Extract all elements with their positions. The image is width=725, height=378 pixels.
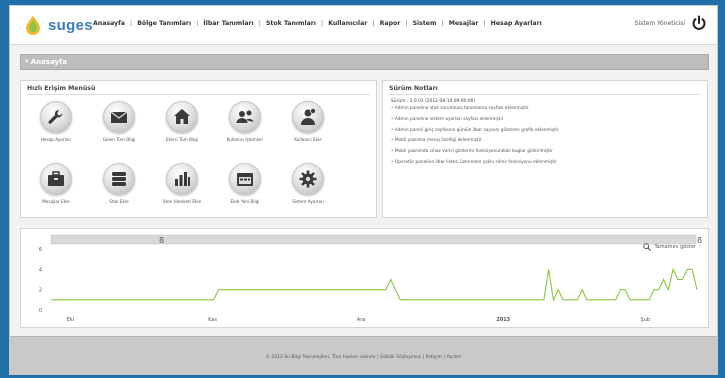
release-note-item: Operatör paneline ilbar listesi üzerinde…: [391, 160, 701, 165]
tile-label: Kullanıcı Ekle: [294, 137, 322, 142]
magnifier-icon: [643, 243, 652, 251]
nav-item-users[interactable]: Kullanıcılar: [323, 20, 372, 27]
brand-name: suges: [48, 16, 93, 34]
users-icon: [236, 110, 254, 123]
divider: [27, 94, 370, 95]
tile-label: Mesajlar Ekle: [42, 199, 70, 204]
user-add-icon: [301, 108, 316, 125]
show-all-label: Tamamını göster: [654, 244, 696, 250]
tile-add-stock-movement[interactable]: Stok Hareketi Ekle: [154, 163, 210, 204]
nav-item-regions[interactable]: Bölge Tanımları: [132, 20, 196, 27]
user-box: Sistem Yöneticisi: [635, 15, 707, 31]
tile-label: Ekle Yeni Bilgi: [230, 199, 260, 204]
top-navbar: suges Anasayfa | Bölge Tanımları | İlbar T…: [10, 6, 717, 45]
release-note-item: Mobil yazılımda cihaz verisi gösterim fo…: [391, 149, 701, 154]
tile-attachments[interactable]: Ekleri Tüm Bilgi: [154, 101, 210, 142]
x-tick-label: 2013: [496, 317, 510, 323]
tile-label: Hesap Ayarları: [40, 137, 72, 142]
y-tick-label: 0: [39, 308, 42, 314]
nav-item-stock[interactable]: Stok Tanımları: [261, 20, 321, 27]
calendar-icon: [237, 173, 253, 186]
tile-label: Stok Ekle: [109, 199, 129, 204]
x-tick-label: Eki: [67, 317, 74, 323]
show-all-button[interactable]: Tamamını göster: [643, 243, 696, 251]
mail-icon: [110, 111, 128, 123]
wrench-icon: [48, 109, 63, 124]
tile-label: Stok Hareketi Ekle: [162, 199, 202, 204]
breadcrumb-star-icon: *: [25, 58, 29, 66]
home-icon: [174, 109, 190, 124]
quick-access-title: Hızlı Erişim Menüsü: [27, 85, 96, 92]
footer: © 2012 Su Bilgi Teknolojileri. Tüm hakla…: [10, 336, 717, 374]
x-tick-label: Şub: [641, 317, 651, 323]
tile-label: Kullanıcı İşlemleri: [226, 137, 264, 142]
tile-user-operations[interactable]: Kullanıcı İşlemleri: [217, 101, 273, 142]
tile-account-settings[interactable]: Hesap Ayarları: [28, 101, 84, 142]
user-label[interactable]: Sistem Yöneticisi: [635, 20, 685, 27]
quick-access-panel: Hızlı Erişim Menüsü Hesap Ayarları Gelen…: [20, 80, 377, 218]
brand-logo[interactable]: suges: [22, 14, 93, 36]
app-window: suges Anasayfa | Bölge Tanımları | İlbar T…: [9, 5, 718, 375]
range-end-label: 8: [697, 236, 702, 245]
release-note-item: Admin paneline stok sorumlusu tanımlama …: [391, 106, 701, 111]
release-note-item: Admin paneline sistem ayarları sayfası e…: [391, 117, 701, 122]
database-icon: [112, 172, 126, 186]
nav-item-report[interactable]: Rapor: [375, 20, 406, 27]
tile-label: Gelen Tüm Bilgi: [102, 137, 136, 142]
tile-add-message[interactable]: Mesajlar Ekle: [28, 163, 84, 204]
range-selector[interactable]: [50, 234, 697, 245]
footer-text: © 2012 Su Bilgi Teknolojileri. Tüm hakla…: [265, 355, 462, 360]
release-note-item: Mobil yazılıma mesaj özelliği eklenmişti…: [391, 138, 701, 143]
tile-system-settings[interactable]: Sistem Ayarları: [280, 163, 336, 204]
series-line: [51, 267, 698, 302]
nav-item-messages[interactable]: Mesajlar: [444, 20, 484, 27]
release-version: Sürüm : 1.0.01 (2012-08-14 09:00:00): [391, 99, 476, 104]
power-icon[interactable]: [691, 15, 707, 31]
tile-add-user[interactable]: Kullanıcı Ekle: [280, 101, 336, 142]
gear-icon: [299, 170, 317, 188]
tile-incoming[interactable]: Gelen Tüm Bilgi: [91, 101, 147, 142]
nav-item-home[interactable]: Anasayfa: [88, 20, 130, 27]
breadcrumb: * Anasayfa: [20, 54, 709, 70]
bar-chart-icon: [175, 172, 190, 186]
tile-add-stock[interactable]: Stok Ekle: [91, 163, 147, 204]
x-tick-label: Kas: [208, 317, 217, 323]
main-nav: Anasayfa | Bölge Tanımları | İlbar Tanımla…: [88, 20, 547, 27]
y-tick-label: 2: [39, 288, 42, 294]
release-notes-panel: Sürüm Notları Sürüm : 1.0.01 (2012-08-14…: [382, 80, 708, 218]
nav-item-notices[interactable]: İlbar Tanımları: [198, 20, 258, 27]
release-notes-title: Sürüm Notları: [389, 85, 438, 92]
tile-add-new-info[interactable]: Ekle Yeni Bilgi: [217, 163, 273, 204]
release-note-item: Admin paneli giriş sayfasına günlük ilba…: [391, 128, 701, 133]
activity-line-chart: 8 8 0 2 4 6 Eki Kas Ara 2013 Şub: [39, 234, 702, 323]
nav-item-account-settings[interactable]: Hesap Ayarları: [486, 20, 547, 27]
divider: [389, 94, 701, 95]
range-start-label: 8: [159, 236, 164, 245]
nav-item-system[interactable]: Sistem: [408, 20, 442, 27]
x-tick-label: Ara: [357, 317, 366, 323]
breadcrumb-label[interactable]: Anasayfa: [31, 58, 67, 66]
tile-label: Ekleri Tüm Bilgi: [165, 137, 199, 142]
release-notes-list: Admin paneline stok sorumlusu tanımlama …: [391, 106, 701, 171]
water-drop-icon: [22, 14, 44, 36]
tile-label: Sistem Ayarları: [292, 199, 324, 204]
y-tick-label: 6: [39, 247, 42, 253]
briefcase-icon: [48, 171, 64, 186]
y-tick-label: 4: [39, 267, 42, 273]
activity-chart-panel: 8 8 0 2 4 6 Eki Kas Ara 2013 Şub Tamamını göster: [20, 228, 709, 328]
